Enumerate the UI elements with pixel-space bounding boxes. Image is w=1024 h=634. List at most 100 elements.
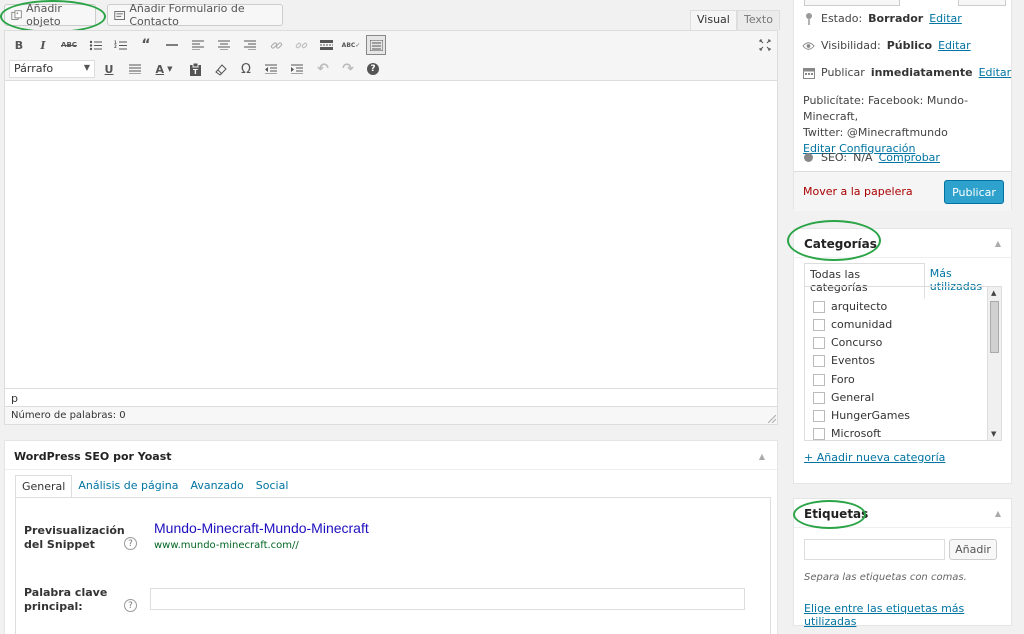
resize-handle-icon[interactable] xyxy=(768,415,776,423)
edit-status-link[interactable]: Editar xyxy=(929,12,962,25)
element-path[interactable]: p xyxy=(11,392,18,405)
visibility-label: Visibilidad: xyxy=(821,39,881,52)
strikethrough-button[interactable]: ABC xyxy=(59,35,79,55)
collapse-arrow-icon[interactable]: ▲ xyxy=(995,509,1001,518)
content-editor[interactable]: B I ABC 12 “ ABC✓ Párrafo ▼ U A ▼ T Ω ↶ … xyxy=(4,30,778,425)
undo-button[interactable]: ↶ xyxy=(313,59,333,79)
focus-keyword-input[interactable] xyxy=(150,588,745,610)
seo-tabs: General Análisis de página Avanzado Soci… xyxy=(15,475,294,498)
read-more-button[interactable] xyxy=(316,35,336,55)
edit-schedule-link[interactable]: Editar xyxy=(979,66,1012,79)
save-draft-button[interactable] xyxy=(804,0,900,6)
paste-text-button[interactable]: T xyxy=(185,59,205,79)
add-tag-button[interactable]: Añadir xyxy=(949,539,997,560)
tab-visual[interactable]: Visual xyxy=(690,10,737,30)
divider xyxy=(794,527,1011,528)
justify-button[interactable] xyxy=(125,59,145,79)
numbered-list-button[interactable]: 12 xyxy=(110,35,130,55)
category-checkbox[interactable] xyxy=(813,409,825,422)
fullscreen-icon xyxy=(759,39,771,51)
publicize-section: Publicítate: Facebook: Mundo-Minecraft, … xyxy=(803,93,1011,157)
list-item[interactable]: Concurso xyxy=(813,336,882,349)
help-icon[interactable]: ? xyxy=(124,537,137,550)
toolbar-toggle-button[interactable] xyxy=(366,35,386,55)
word-count: Número de palabras: 0 xyxy=(5,406,777,424)
clear-formatting-button[interactable] xyxy=(210,59,230,79)
scroll-up-icon[interactable]: ▲ xyxy=(991,289,996,297)
form-icon xyxy=(114,10,125,20)
spellcheck-button[interactable]: ABC✓ xyxy=(341,35,361,55)
publish-box: Estado: Borrador Editar Visibilidad: Púb… xyxy=(793,0,1012,211)
preview-button[interactable] xyxy=(958,0,1006,6)
tab-page-analysis[interactable]: Análisis de página xyxy=(72,475,184,498)
choose-tags-link[interactable]: Elige entre las etiquetas más utilizadas xyxy=(804,602,1011,628)
tab-advanced[interactable]: Avanzado xyxy=(184,475,249,498)
tags-box: Etiquetas ▲ Añadir Separa las etiquetas … xyxy=(793,498,1012,628)
align-center-icon xyxy=(218,40,230,50)
format-select[interactable]: Párrafo ▼ xyxy=(9,60,95,78)
category-checkbox[interactable] xyxy=(813,300,825,313)
italic-button[interactable]: I xyxy=(33,35,53,55)
read-more-icon xyxy=(319,40,333,50)
tab-text[interactable]: Texto xyxy=(737,10,780,30)
list-item[interactable]: comunidad xyxy=(813,318,892,331)
text-color-icon: A xyxy=(155,62,165,76)
editor-toolbar: B I ABC 12 “ ABC✓ Párrafo ▼ U A ▼ T Ω ↶ … xyxy=(5,31,777,81)
align-center-button[interactable] xyxy=(214,35,234,55)
format-select-value: Párrafo xyxy=(14,62,54,75)
indent-button[interactable] xyxy=(287,59,307,79)
category-scrollbar[interactable]: ▲ ▼ xyxy=(987,287,1001,440)
list-item[interactable]: arquitecto xyxy=(813,300,887,313)
add-contact-form-button[interactable]: Añadir Formulario de Contacto xyxy=(107,2,283,28)
category-checkbox[interactable] xyxy=(813,318,825,331)
list-item[interactable]: HungerGames xyxy=(813,409,910,422)
new-tag-input[interactable] xyxy=(804,539,945,560)
text-color-button[interactable]: A ▼ xyxy=(149,59,179,79)
category-checkbox[interactable] xyxy=(813,336,825,349)
category-checkbox[interactable] xyxy=(813,427,825,440)
categories-box: Categorías ▲ Todas las categorías Más ut… xyxy=(793,228,1012,484)
add-new-category-link[interactable]: + Añadir nueva categoría xyxy=(804,451,945,464)
insert-link-button[interactable] xyxy=(266,35,286,55)
list-item[interactable]: Eventos xyxy=(813,354,875,367)
category-checkbox[interactable] xyxy=(813,373,825,386)
trash-link[interactable]: Mover a la papelera xyxy=(803,185,913,198)
focus-keyword-label: Palabra clave principal: xyxy=(24,586,108,613)
list-item[interactable]: Microsoft xyxy=(813,427,881,440)
category-label: General xyxy=(831,391,875,404)
redo-button[interactable]: ↷ xyxy=(338,59,358,79)
pin-icon xyxy=(802,12,815,25)
bullet-list-button[interactable] xyxy=(85,35,105,55)
scroll-down-icon[interactable]: ▼ xyxy=(991,430,996,438)
collapse-arrow-icon[interactable]: ▲ xyxy=(759,452,765,461)
seo-metabox-title: WordPress SEO por Yoast xyxy=(14,450,172,463)
help-icon[interactable]: ? xyxy=(124,599,137,612)
align-right-button[interactable] xyxy=(240,35,260,55)
add-media-button[interactable]: Añadir objeto xyxy=(4,2,96,28)
list-item[interactable]: General xyxy=(813,391,874,404)
underline-button[interactable]: U xyxy=(99,59,119,79)
fullscreen-button[interactable] xyxy=(755,35,775,55)
tab-general[interactable]: General xyxy=(15,475,73,498)
help-button[interactable]: ? xyxy=(363,59,383,79)
add-contact-form-label: Añadir Formulario de Contacto xyxy=(129,2,245,28)
outdent-button[interactable] xyxy=(261,59,281,79)
undo-icon: ↶ xyxy=(317,61,329,77)
bold-button[interactable]: B xyxy=(9,35,29,55)
category-checkbox[interactable] xyxy=(813,391,825,404)
collapse-arrow-icon[interactable]: ▲ xyxy=(995,239,1001,248)
horizontal-line-button[interactable] xyxy=(162,35,182,55)
seo-check-link[interactable]: Comprobar xyxy=(879,151,940,164)
special-character-button[interactable]: Ω xyxy=(236,59,256,79)
category-checkbox[interactable] xyxy=(813,354,825,367)
category-label: Microsoft xyxy=(831,427,882,440)
scroll-thumb[interactable] xyxy=(990,301,999,353)
category-label: Foro xyxy=(831,373,855,386)
remove-link-button[interactable] xyxy=(291,35,311,55)
blockquote-button[interactable]: “ xyxy=(136,35,156,55)
list-item[interactable]: Foro xyxy=(813,373,855,386)
align-left-button[interactable] xyxy=(188,35,208,55)
tab-social[interactable]: Social xyxy=(250,475,295,498)
publish-button[interactable]: Publicar xyxy=(944,180,1004,204)
edit-visibility-link[interactable]: Editar xyxy=(938,39,971,52)
